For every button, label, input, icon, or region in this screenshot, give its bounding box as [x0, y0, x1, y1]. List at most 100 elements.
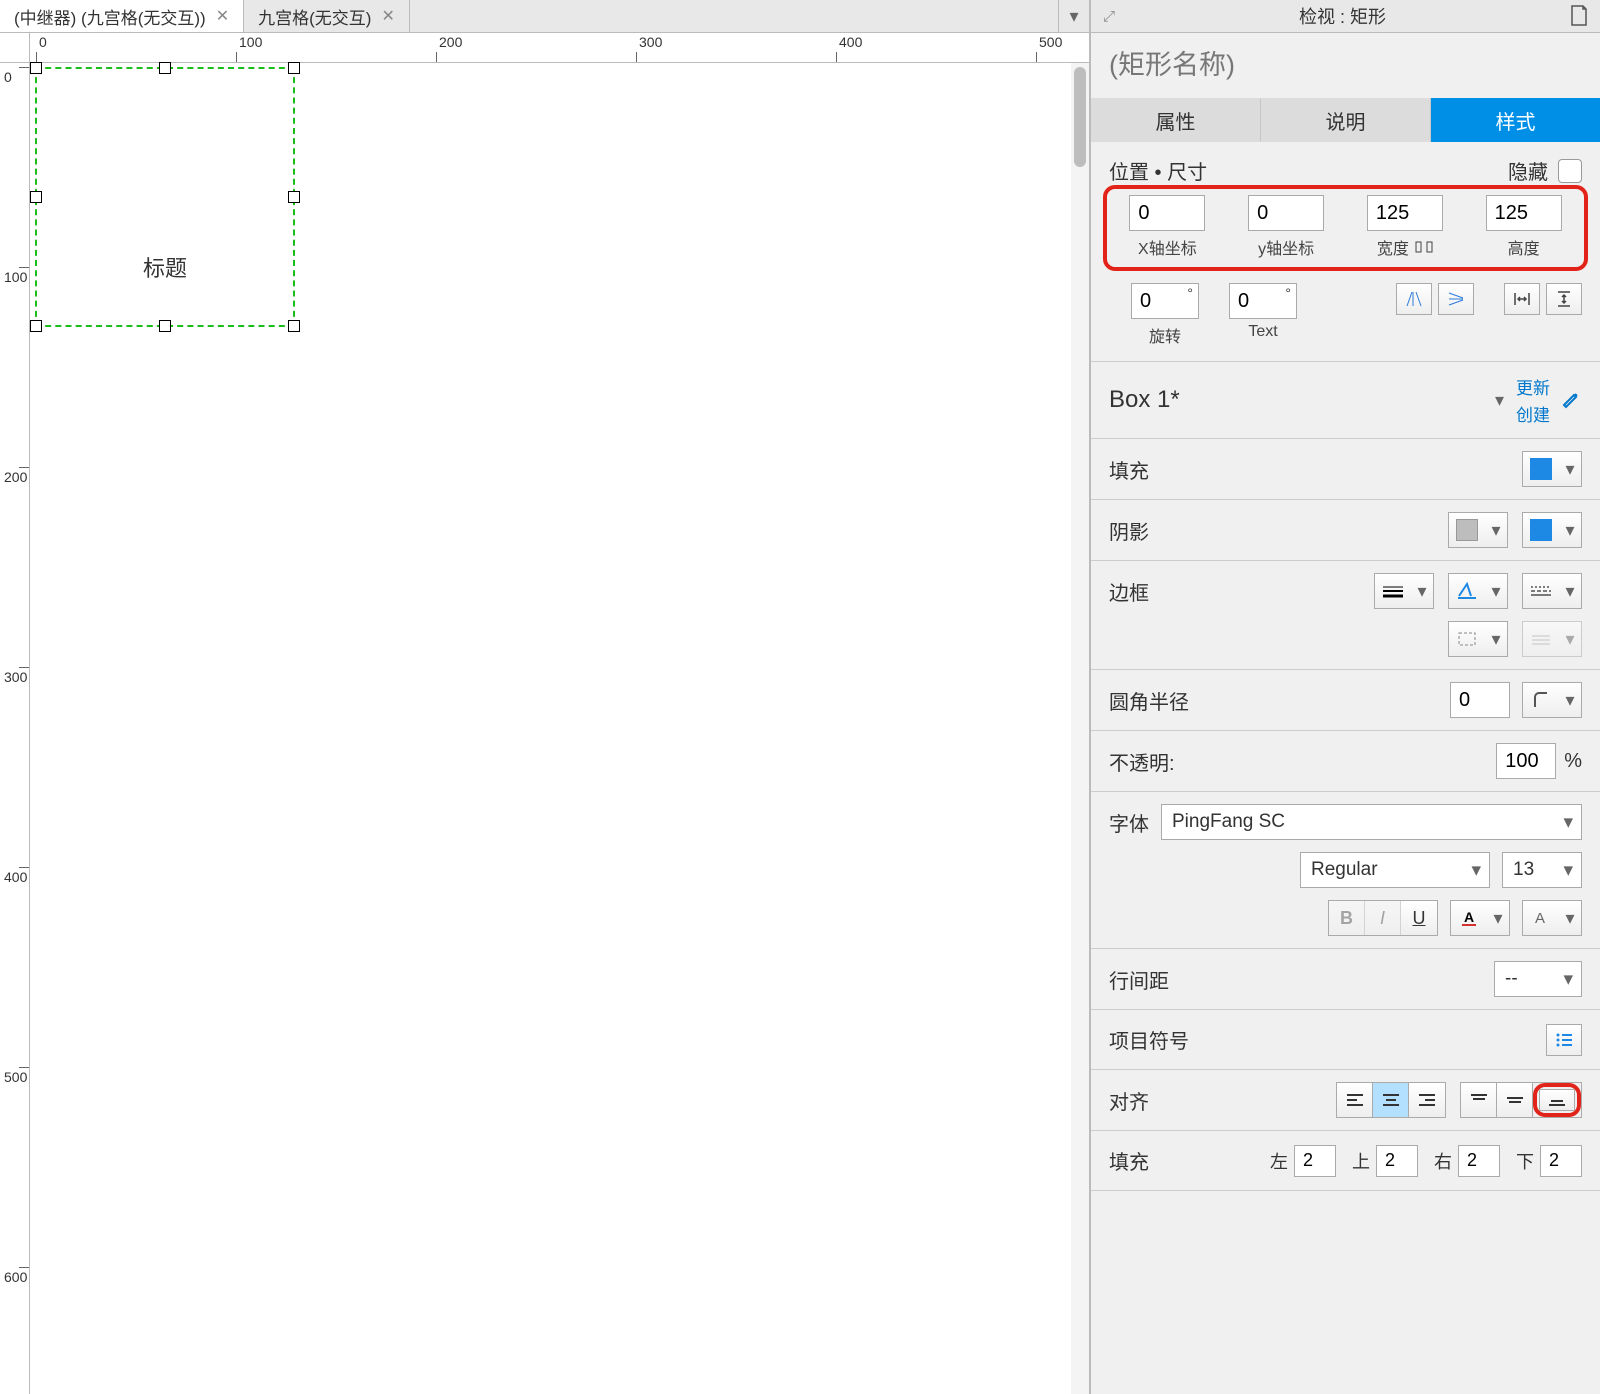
border-visibility-picker[interactable]: ▾ — [1448, 621, 1508, 657]
align-bottom-button[interactable] — [1539, 1089, 1575, 1111]
fill-row: 填充 ▾ — [1091, 439, 1600, 500]
inspector-header: ⤢ 检视 : 矩形 — [1091, 0, 1600, 33]
resize-handle-tl[interactable] — [30, 62, 42, 74]
resize-handle-mr[interactable] — [288, 191, 300, 203]
update-style-link[interactable]: 更新 — [1516, 374, 1550, 399]
font-style-group: B I U — [1328, 900, 1438, 936]
tab-overflow-button[interactable]: ▾ — [1059, 0, 1089, 32]
corner-type-picker[interactable]: ▾ — [1522, 682, 1582, 718]
bullet-list-button[interactable] — [1546, 1024, 1582, 1056]
corner-radius-label: 圆角半径 — [1109, 686, 1189, 715]
resize-handle-tm[interactable] — [159, 62, 171, 74]
align-left-button[interactable] — [1337, 1083, 1373, 1117]
scroll-thumb[interactable] — [1074, 67, 1086, 167]
padding-row: 填充 左 上 右 下 — [1091, 1131, 1600, 1191]
hide-label: 隐藏 — [1508, 156, 1548, 185]
fill-label: 填充 — [1109, 455, 1149, 484]
inner-shadow-picker[interactable]: ▾ — [1522, 512, 1582, 548]
pad-right-label: 右 — [1434, 1148, 1452, 1174]
resize-handle-ml[interactable] — [30, 191, 42, 203]
line-spacing-row: 行间距 -- — [1091, 949, 1600, 1010]
flip-horizontal-button[interactable] — [1396, 283, 1432, 315]
border-width-picker[interactable]: ▾ — [1374, 573, 1434, 609]
fit-width-button[interactable] — [1504, 283, 1540, 315]
collapse-icon[interactable]: ⤢ — [1103, 8, 1115, 25]
font-size-select[interactable]: 13 — [1502, 852, 1582, 888]
border-row: 边框 ▾ ▾ ▾ ▾ ▾ — [1091, 561, 1600, 670]
width-input[interactable] — [1367, 195, 1443, 231]
opacity-input[interactable] — [1496, 743, 1556, 779]
vertical-align-group — [1460, 1082, 1582, 1118]
text-rotation-label: Text — [1248, 323, 1277, 341]
svg-text:A: A — [1535, 910, 1545, 927]
italic-button[interactable]: I — [1365, 901, 1401, 935]
edit-style-icon[interactable] — [1560, 389, 1582, 411]
align-top-button[interactable] — [1461, 1083, 1497, 1117]
shadow-label: 阴影 — [1109, 516, 1149, 545]
font-extra-picker[interactable]: A▾ — [1522, 900, 1582, 936]
shape-name-field[interactable]: (矩形名称) — [1091, 33, 1600, 98]
align-center-button[interactable] — [1373, 1083, 1409, 1117]
line-spacing-select[interactable]: -- — [1494, 961, 1582, 997]
ruler-vertical[interactable]: 0 100 200 300 400 500 600 — [0, 63, 30, 1394]
fit-height-button[interactable] — [1546, 283, 1582, 315]
notes-icon[interactable] — [1570, 5, 1588, 27]
font-weight-select[interactable]: Regular — [1300, 852, 1490, 888]
resize-handle-tr[interactable] — [288, 62, 300, 74]
pad-right-input[interactable] — [1458, 1145, 1500, 1177]
canvas-area: (中继器) (九宫格(无交互)) ✕ 九宫格(无交互) ✕ ▾ 0 100 20… — [0, 0, 1090, 1394]
inspector-tabs: 属性 说明 样式 — [1091, 98, 1600, 142]
resize-handle-bl[interactable] — [30, 320, 42, 332]
width-label: 宽度 — [1377, 235, 1409, 259]
ruler-horizontal[interactable]: 0 100 200 300 400 500 — [30, 33, 1089, 63]
tab-description[interactable]: 说明 — [1261, 98, 1431, 142]
vertical-scrollbar[interactable] — [1071, 63, 1089, 1394]
fill-color-picker[interactable]: ▾ — [1522, 451, 1582, 487]
canvas-body: 0 100 200 300 400 500 600 标题 — [0, 63, 1089, 1394]
font-family-select[interactable]: PingFang SC — [1161, 804, 1582, 840]
x-input[interactable] — [1129, 195, 1205, 231]
rotation-label: 旋转 — [1149, 323, 1181, 347]
chevron-down-icon[interactable]: ▾ — [1495, 390, 1504, 411]
canvas[interactable]: 标题 — [30, 63, 1089, 1394]
border-color-picker[interactable]: ▾ — [1448, 573, 1508, 609]
tab-label: (中继器) (九宫格(无交互)) — [14, 4, 206, 29]
bold-button[interactable]: B — [1329, 901, 1365, 935]
document-tab-2[interactable]: 九宫格(无交互) ✕ — [244, 0, 410, 32]
resize-handle-bm[interactable] — [159, 320, 171, 332]
tab-attributes[interactable]: 属性 — [1091, 98, 1261, 142]
height-input[interactable] — [1486, 195, 1562, 231]
close-icon[interactable]: ✕ — [381, 6, 394, 26]
outer-shadow-picker[interactable]: ▾ — [1448, 512, 1508, 548]
create-style-link[interactable]: 创建 — [1516, 401, 1550, 426]
bullet-row: 项目符号 — [1091, 1010, 1600, 1070]
lock-aspect-icon[interactable] — [1415, 240, 1433, 254]
font-row: 字体 PingFang SC Regular 13 B I U A▾ A▾ — [1091, 792, 1600, 949]
line-spacing-label: 行间距 — [1109, 965, 1169, 994]
selected-shape[interactable]: 标题 — [35, 67, 295, 327]
tab-style[interactable]: 样式 — [1431, 98, 1600, 142]
align-right-button[interactable] — [1409, 1083, 1445, 1117]
font-label: 字体 — [1109, 808, 1149, 837]
height-label: 高度 — [1508, 235, 1540, 259]
document-tab-bar: (中继器) (九宫格(无交互)) ✕ 九宫格(无交互) ✕ ▾ — [0, 0, 1089, 33]
font-color-picker[interactable]: A▾ — [1450, 900, 1510, 936]
document-tab-1[interactable]: (中继器) (九宫格(无交互)) ✕ — [0, 0, 244, 32]
y-input[interactable] — [1248, 195, 1324, 231]
resize-handle-br[interactable] — [288, 320, 300, 332]
svg-text:A: A — [1464, 909, 1474, 925]
tab-spacer — [410, 0, 1059, 32]
tab-label: 九宫格(无交互) — [258, 4, 371, 29]
pad-bottom-input[interactable] — [1540, 1145, 1582, 1177]
border-style-picker[interactable]: ▾ — [1522, 573, 1582, 609]
border-arrow-picker[interactable]: ▾ — [1522, 621, 1582, 657]
pad-top-input[interactable] — [1376, 1145, 1418, 1177]
horizontal-align-group — [1336, 1082, 1446, 1118]
align-middle-button[interactable] — [1497, 1083, 1533, 1117]
corner-radius-input[interactable] — [1450, 682, 1510, 718]
pad-left-input[interactable] — [1294, 1145, 1336, 1177]
flip-vertical-button[interactable] — [1438, 283, 1474, 315]
close-icon[interactable]: ✕ — [216, 6, 229, 26]
underline-button[interactable]: U — [1401, 901, 1437, 935]
hide-checkbox[interactable] — [1558, 159, 1582, 183]
